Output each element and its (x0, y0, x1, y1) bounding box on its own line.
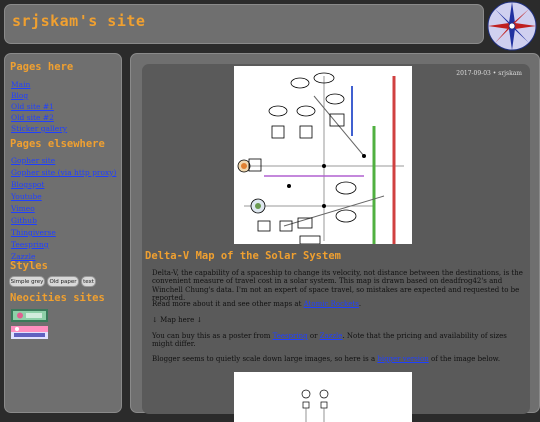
main-panel: 2017-09-03 • srjskam Delta-V Map of the … (130, 53, 540, 422)
post-paragraph-map-here: ↓ Map here ↓ (152, 316, 203, 324)
pages-elsewhere-heading: Pages elsewhere (10, 138, 105, 150)
neocities-badge-2[interactable] (11, 326, 48, 339)
sidebar-link-vimeo[interactable]: Vimeo (11, 204, 35, 213)
sidebar-link-blog[interactable]: Blog (11, 91, 28, 100)
sidebar-link-teespring[interactable]: Teespring (11, 240, 49, 249)
sidebar-link-sticker-gallery[interactable]: Sticker gallery (11, 124, 67, 133)
compass-logo-icon[interactable] (486, 0, 538, 52)
delta-v-map-large-image[interactable] (234, 372, 412, 422)
post-paragraph-intro: Delta-V, the capability of a spaceship t… (152, 269, 523, 303)
post-title[interactable]: Delta-V Map of the Solar System (145, 250, 341, 262)
teespring-link[interactable]: Teespring (273, 332, 308, 340)
style-old-paper-button[interactable]: Old paper (47, 276, 79, 287)
sidebar-link-thingiverse[interactable]: Thingiverse (11, 228, 56, 237)
styles-heading: Styles (10, 260, 48, 272)
sidebar-link-youtube[interactable]: Youtube (11, 192, 42, 201)
style-text-button[interactable]: text (81, 276, 96, 287)
sidebar-link-main[interactable]: Main (11, 80, 30, 89)
post-paragraph-read-more: Read more about it and see other maps at… (152, 300, 362, 308)
sidebar-link-old-site-1[interactable]: Old site #1 (11, 102, 54, 111)
delta-v-map-image[interactable] (234, 66, 412, 244)
neocities-badge-1[interactable] (11, 309, 48, 322)
sidebar-link-github[interactable]: Github (11, 216, 37, 225)
sidebar-link-gopher[interactable]: Gopher site (11, 156, 55, 165)
sidebar-link-blogspot[interactable]: Blogspot (11, 180, 44, 189)
site-title[interactable]: srjskam's site (12, 12, 145, 30)
pages-here-heading: Pages here (10, 61, 74, 73)
blog-post: 2017-09-03 • srjskam Delta-V Map of the … (142, 64, 530, 422)
sidebar-link-old-site-2[interactable]: Old site #2 (11, 113, 54, 122)
post-date: 2017-09-03 • srjskam (456, 70, 522, 77)
style-simple-grey-button[interactable]: Simple grey (9, 276, 45, 287)
site-header: srjskam's site (4, 4, 484, 44)
sidebar: Pages here Main Blog Old site #1 Old sit… (4, 53, 122, 413)
sidebar-link-gopher-proxy[interactable]: Gopher site (via http proxy) (11, 168, 116, 177)
post-paragraph-buy: You can buy this as a poster from Teespr… (152, 332, 507, 349)
zazzle-link[interactable]: Zazzle (320, 332, 343, 340)
atomic-rockets-link[interactable]: Atomic Rockets (304, 300, 359, 308)
post-paragraph-bigger: Blogger seems to quietly scale down larg… (152, 355, 501, 363)
neocities-heading: Neocities sites (10, 292, 105, 304)
bigger-version-link[interactable]: bigger version (377, 355, 428, 363)
